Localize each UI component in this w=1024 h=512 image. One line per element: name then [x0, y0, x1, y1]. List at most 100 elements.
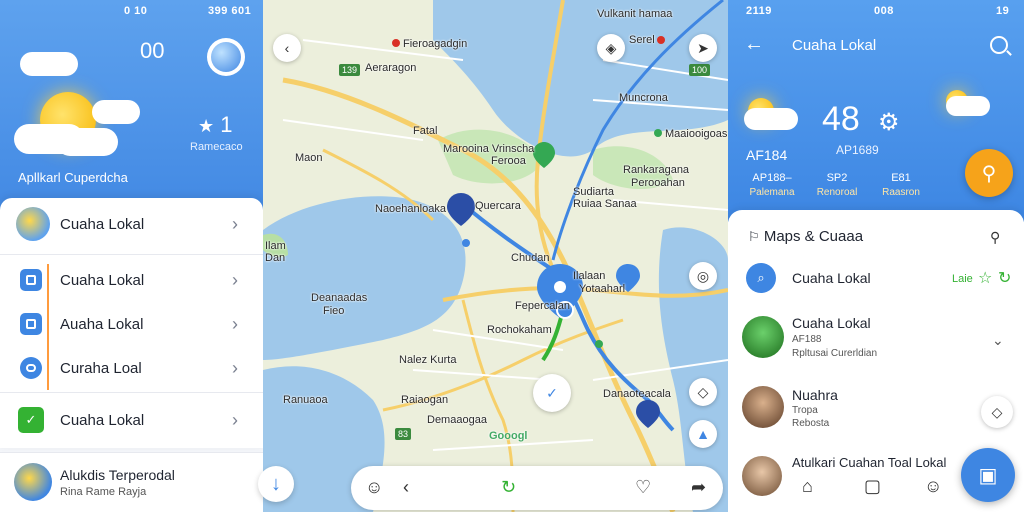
map-label-marooina[interactable]: Marooina Vrinscha — [443, 143, 534, 155]
list-item[interactable]: Auaha Lokal › — [0, 302, 263, 346]
map-label-yotaaharl[interactable]: Yotaaharl — [579, 283, 625, 295]
chevron-right-icon: › — [232, 213, 238, 234]
map-label-rankaragana[interactable]: Rankaragana — [623, 164, 689, 176]
status-battery: 19 — [996, 5, 1010, 17]
list-item-subtitle: AF188 — [792, 334, 822, 345]
map-label-nalez-kurta[interactable]: Nalez Kurta — [399, 354, 456, 366]
navigation-button[interactable]: ▲ — [689, 420, 717, 448]
map-label-sudiarta[interactable]: Sudiarta — [573, 186, 614, 198]
map-label-fatal[interactable]: Fatal — [413, 125, 437, 137]
chat-fab-button[interactable]: ▣ — [961, 448, 1015, 502]
map-label-maon[interactable]: Maon — [295, 152, 323, 164]
weather-panel-left: 0 10 399 601 00 ★ 1 Ramecaco Apllkarl Cu… — [0, 0, 263, 512]
map-label-ilam[interactable]: Ilam — [265, 240, 286, 252]
map-label-fepercalan[interactable]: Fepercalan — [515, 300, 570, 312]
chevron-right-icon: › — [232, 357, 238, 378]
map-label-ferooa[interactable]: Ferooa — [491, 155, 526, 167]
layers-button[interactable]: ◈ — [597, 34, 625, 62]
map-label-aeraragon[interactable]: Aeraragon — [365, 62, 416, 74]
gear-icon[interactable]: ⚙ — [878, 108, 900, 137]
map-label-chudan[interactable]: Chudan — [511, 252, 550, 264]
directions-button[interactable]: ◇ — [981, 396, 1013, 428]
map-label-maaiooigoas[interactable]: Maaiooigoas — [665, 128, 727, 140]
profile-icon[interactable]: ☺ — [924, 476, 942, 497]
map-label-vulkanit-hamaa[interactable]: Vulkanit hamaa — [597, 8, 672, 20]
search-icon[interactable] — [990, 36, 1008, 54]
location-toggle-button[interactable] — [207, 38, 245, 76]
directions-icon: ◇ — [991, 403, 1003, 420]
weather-panel-right: 2119 008 19 ← Cuaha Lokal 48 ⚙ AF184 AP1… — [728, 0, 1024, 512]
map-view[interactable]: Fieroagadgin Aeraragon Vulkanit hamaa Se… — [263, 0, 728, 512]
pin-icon: ⚲ — [981, 162, 997, 185]
list-item[interactable]: Curaha Loal › — [0, 346, 263, 390]
sun-icon — [16, 207, 50, 241]
list-item[interactable]: ✓ Cuaha Lokal › — [0, 398, 263, 442]
map-label-raiaogan[interactable]: Raiaogan — [401, 394, 448, 406]
current-location-card[interactable]: Alukdis Terperodal Rina Rame Rayja — [0, 452, 263, 512]
navigation-icon: ▲ — [696, 426, 710, 442]
cloud-icon — [744, 108, 798, 130]
map-label-rochokaham[interactable]: Rochokaham — [487, 324, 552, 336]
globe-icon — [211, 42, 241, 72]
smile-icon[interactable]: ☺ — [365, 477, 383, 498]
map-watermark: Gooogl — [489, 430, 528, 442]
list-item-title[interactable]: Nuahra — [792, 387, 838, 403]
list-item[interactable]: Cuaha Lokal › — [0, 202, 263, 246]
list-item-title[interactable]: Cuaha Lokal — [792, 270, 871, 286]
map-label-quercara[interactable]: Quercara — [475, 200, 521, 212]
avatar — [742, 456, 782, 496]
weather-detail: AP1689 — [836, 143, 879, 157]
map-label-serel[interactable]: Serel — [629, 34, 655, 46]
map-label-fieroagadgin[interactable]: Fieroagadgin — [403, 38, 467, 50]
chevron-down-icon[interactable]: ⌄ — [992, 332, 1004, 349]
my-location-button[interactable]: ✓ — [533, 374, 571, 412]
home-icon[interactable]: ⌂ — [802, 476, 813, 497]
chat-icon: ▣ — [978, 464, 998, 487]
divider — [0, 254, 263, 255]
calendar-icon[interactable]: ▢ — [864, 476, 881, 497]
map-label-deanaadas[interactable]: Deanaadas — [311, 292, 367, 304]
route-badge: 83 — [395, 428, 412, 440]
map-bottom-bar: ☺ ‹ ↻ ♡ ➦ — [351, 466, 723, 510]
map-label-ilalaan[interactable]: Ilalaan — [573, 270, 605, 282]
locate-icon: ◎ — [696, 267, 710, 284]
square-icon — [20, 269, 42, 291]
star-icon[interactable]: ☆ — [978, 268, 992, 288]
map-label-fieo[interactable]: Fieo — [323, 305, 344, 317]
scroll-down-button[interactable]: ↓ — [258, 466, 294, 502]
map-label-dan[interactable]: Dan — [265, 252, 285, 264]
list-item-title[interactable]: Atulkari Cuahan Toal Lokal — [792, 455, 946, 470]
back-button[interactable]: ‹ — [273, 34, 301, 62]
cloud-icon — [56, 128, 118, 156]
hero-temp-value: 1 — [220, 112, 233, 137]
map-label-ranuaoa[interactable]: Ranuaoa — [283, 394, 328, 406]
hero-temperature: ★ 1 — [198, 112, 233, 138]
list-item-detail: Rpltusai Curerldian — [792, 348, 878, 359]
list-item-title[interactable]: Cuaha Lokal — [792, 315, 871, 331]
pin-icon[interactable]: ⚲ — [990, 229, 1000, 246]
refresh-icon[interactable]: ↻ — [998, 268, 1011, 288]
compass-icon: ➤ — [697, 39, 709, 56]
map-label-danaoteacala[interactable]: Danaoteacala — [603, 388, 671, 400]
map-label-perooahan[interactable]: Perooahan — [631, 177, 685, 189]
list-item-detail: Rebosta — [792, 418, 830, 429]
map-label-ruiaa-sanaa[interactable]: Ruiaa Sanaa — [573, 198, 637, 210]
share-icon[interactable]: ➦ — [691, 477, 706, 498]
check-icon: ✓ — [546, 384, 558, 401]
section-title: ⚐ Maps & Cuaaa — [748, 228, 863, 245]
refresh-icon[interactable]: ↻ — [501, 477, 516, 498]
locate-button[interactable]: ◎ — [689, 262, 717, 290]
stat-value: AP188– — [752, 172, 792, 184]
heart-icon[interactable]: ♡ — [635, 477, 651, 498]
list-item-label: Cuaha Lokal — [60, 271, 145, 289]
chevron-left-icon[interactable]: ‹ — [403, 477, 409, 498]
map-label-naoehanloaka[interactable]: Naoehanloaka — [375, 203, 446, 215]
directions-button[interactable]: ◇ — [689, 378, 717, 406]
back-arrow-icon[interactable]: ← — [744, 33, 764, 56]
map-label-demaaogaa[interactable]: Demaaogaa — [427, 414, 487, 426]
map-label-muncrona[interactable]: Muncrona — [619, 92, 668, 104]
compass-button[interactable]: ➤ — [689, 34, 717, 62]
location-fab-button[interactable]: ⚲ — [965, 149, 1013, 197]
list-item[interactable]: Cuaha Lokal › — [0, 258, 263, 302]
list-item-subtitle: Tropa — [792, 405, 818, 416]
